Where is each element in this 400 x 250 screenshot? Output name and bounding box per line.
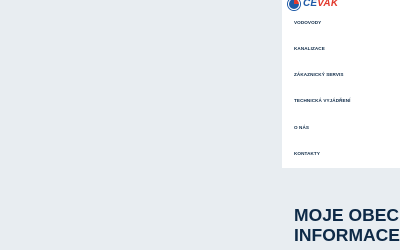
menu-item-technicka-vyjadreni[interactable]: TECHNICKÁ VYJÁDŘENÍ bbox=[294, 98, 394, 104]
hero-headline: MOJE OBEC INFORMACE bbox=[294, 205, 400, 245]
menu-item-kanalizace[interactable]: KANALIZACE bbox=[294, 46, 394, 52]
logo-mark-icon bbox=[288, 0, 300, 10]
logo-suffix: VAK bbox=[317, 0, 339, 9]
logo-prefix: ČE bbox=[303, 0, 318, 9]
menu-item-vodovody[interactable]: VODOVODY bbox=[294, 20, 394, 26]
logo-text: ČEVAK bbox=[303, 0, 338, 9]
menu-item-kontakty[interactable]: KONTAKTY bbox=[294, 151, 394, 157]
hero-headline-line1: MOJE OBEC bbox=[294, 205, 400, 225]
cevak-logo[interactable]: ČEVAK bbox=[288, 0, 338, 11]
hero-headline-line2: INFORMACE bbox=[294, 225, 400, 245]
menu-item-zakaznicky-servis[interactable]: ZÁKAZNICKÝ SERVIS bbox=[294, 72, 394, 78]
menu-item-o-nas[interactable]: O NÁS bbox=[294, 125, 394, 131]
